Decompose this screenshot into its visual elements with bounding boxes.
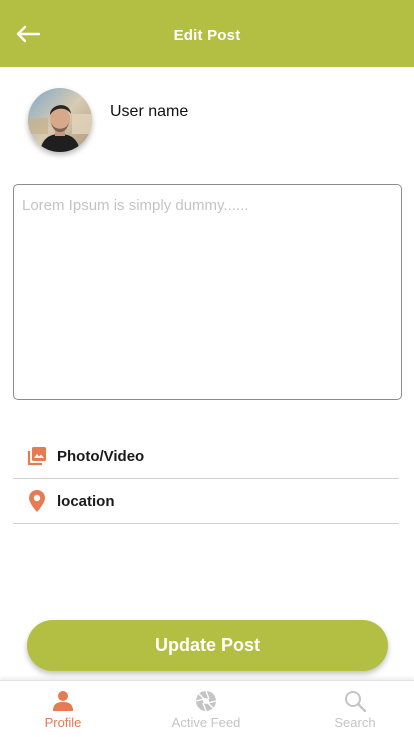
- nav-label-search: Search: [334, 715, 376, 730]
- page-title: Edit Post: [173, 27, 241, 44]
- nav-item-active-feed[interactable]: Active Feed: [151, 681, 261, 737]
- user-avatar-image: [28, 88, 92, 152]
- map-pin-icon: [22, 486, 52, 516]
- app-header: Edit Post: [0, 0, 414, 67]
- nav-label-profile: Profile: [44, 715, 82, 730]
- nav-item-profile[interactable]: Profile: [8, 681, 118, 737]
- photo-video-option[interactable]: Photo/Video: [13, 434, 399, 479]
- nav-item-search[interactable]: Search: [300, 681, 410, 737]
- photo-video-label: Photo/Video: [57, 447, 145, 465]
- update-post-button[interactable]: Update Post: [27, 620, 388, 671]
- search-icon: [344, 689, 366, 713]
- location-label: location: [57, 492, 115, 510]
- location-option[interactable]: location: [13, 479, 399, 524]
- aperture-icon: [195, 689, 217, 713]
- avatar: [28, 88, 92, 152]
- post-text-input[interactable]: [13, 184, 402, 400]
- nav-label-active-feed: Active Feed: [171, 715, 241, 730]
- photo-library-icon: [22, 441, 52, 471]
- user-name: User name: [110, 103, 189, 120]
- bottom-nav: Profile Active Feed Search: [0, 680, 414, 737]
- person-icon: [52, 689, 74, 713]
